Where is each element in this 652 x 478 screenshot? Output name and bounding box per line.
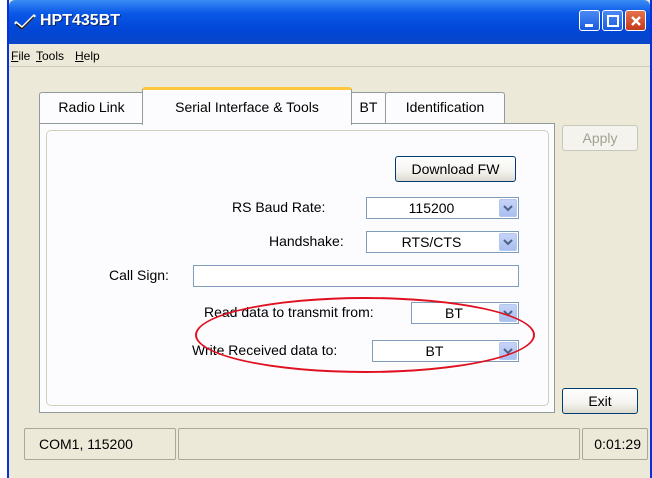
tab-radio-link[interactable]: Radio Link	[39, 92, 144, 123]
status-port: COM1, 115200	[24, 428, 176, 460]
tab-serial-interface-tools[interactable]: Serial Interface & Tools	[142, 87, 352, 125]
title-bar[interactable]: HPT435BT	[9, 0, 650, 44]
write-data-value: BT	[425, 343, 444, 359]
handshake-value: RTS/CTS	[401, 234, 462, 250]
read-data-label: Read data to transmit from:	[204, 304, 374, 320]
chevron-down-icon	[499, 304, 517, 322]
exit-button[interactable]: Exit	[562, 388, 638, 414]
read-data-value: BT	[445, 305, 463, 321]
chevron-down-icon	[499, 199, 517, 217]
menu-file[interactable]: File	[11, 49, 30, 63]
window-title: HPT435BT	[40, 12, 121, 29]
maximize-button[interactable]	[602, 10, 623, 31]
close-button[interactable]	[625, 10, 646, 31]
tab-identification[interactable]: Identification	[385, 92, 505, 123]
maximize-icon	[607, 15, 619, 27]
write-data-label: Write Received data to:	[192, 342, 338, 358]
handshake-select[interactable]: RTS/CTS	[366, 231, 519, 253]
rs-baud-rate-value: 115200	[408, 200, 455, 216]
tab-bt[interactable]: BT	[350, 92, 387, 123]
menu-help[interactable]: Help	[75, 49, 100, 63]
write-data-select[interactable]: BT	[372, 340, 519, 362]
rs-baud-rate-select[interactable]: 115200	[366, 197, 519, 219]
app-window: HPT435BT File Tools Help Radio Link Seri…	[7, 0, 652, 478]
app-check-icon	[14, 13, 37, 31]
call-sign-input[interactable]	[193, 265, 519, 287]
menu-tools[interactable]: Tools	[36, 49, 64, 63]
chevron-down-icon	[499, 342, 517, 360]
status-time: 0:01:29	[582, 428, 648, 460]
minimize-button[interactable]	[579, 10, 600, 31]
handshake-label: Handshake:	[269, 233, 344, 249]
chevron-down-icon	[499, 233, 517, 251]
call-sign-label: Call Sign:	[109, 267, 169, 283]
rs-baud-rate-label: RS Baud Rate:	[232, 199, 326, 215]
read-data-select[interactable]: BT	[411, 302, 519, 324]
menu-bar: File Tools Help	[9, 44, 650, 67]
apply-button[interactable]: Apply	[562, 125, 638, 151]
close-icon	[631, 16, 641, 26]
status-middle	[178, 428, 580, 460]
download-fw-button[interactable]: Download FW	[395, 156, 516, 182]
minimize-icon	[585, 24, 593, 27]
